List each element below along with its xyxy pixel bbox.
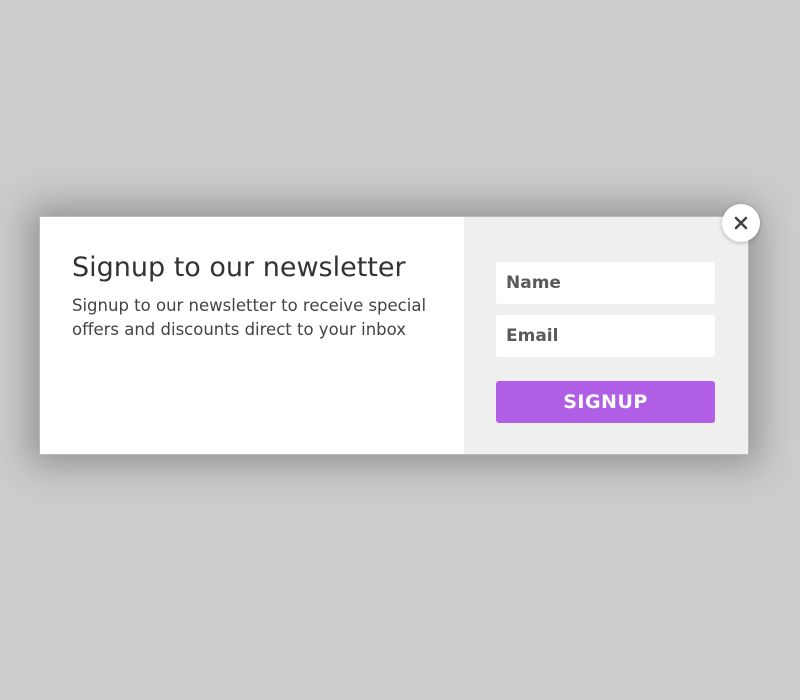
name-input[interactable] bbox=[496, 262, 715, 304]
modal-title: Signup to our newsletter bbox=[72, 252, 406, 283]
modal-text-panel: Signup to our newsletter Signup to our n… bbox=[40, 217, 464, 454]
close-icon bbox=[734, 216, 748, 230]
signup-form: SIGNUP bbox=[464, 217, 748, 454]
email-input[interactable] bbox=[496, 315, 715, 357]
newsletter-modal: Signup to our newsletter Signup to our n… bbox=[39, 216, 749, 455]
signup-button[interactable]: SIGNUP bbox=[496, 381, 715, 423]
modal-description: Signup to our newsletter to receive spec… bbox=[72, 296, 427, 339]
page-backdrop: Signup to our newsletter Signup to our n… bbox=[0, 0, 800, 700]
close-button[interactable] bbox=[722, 204, 760, 242]
